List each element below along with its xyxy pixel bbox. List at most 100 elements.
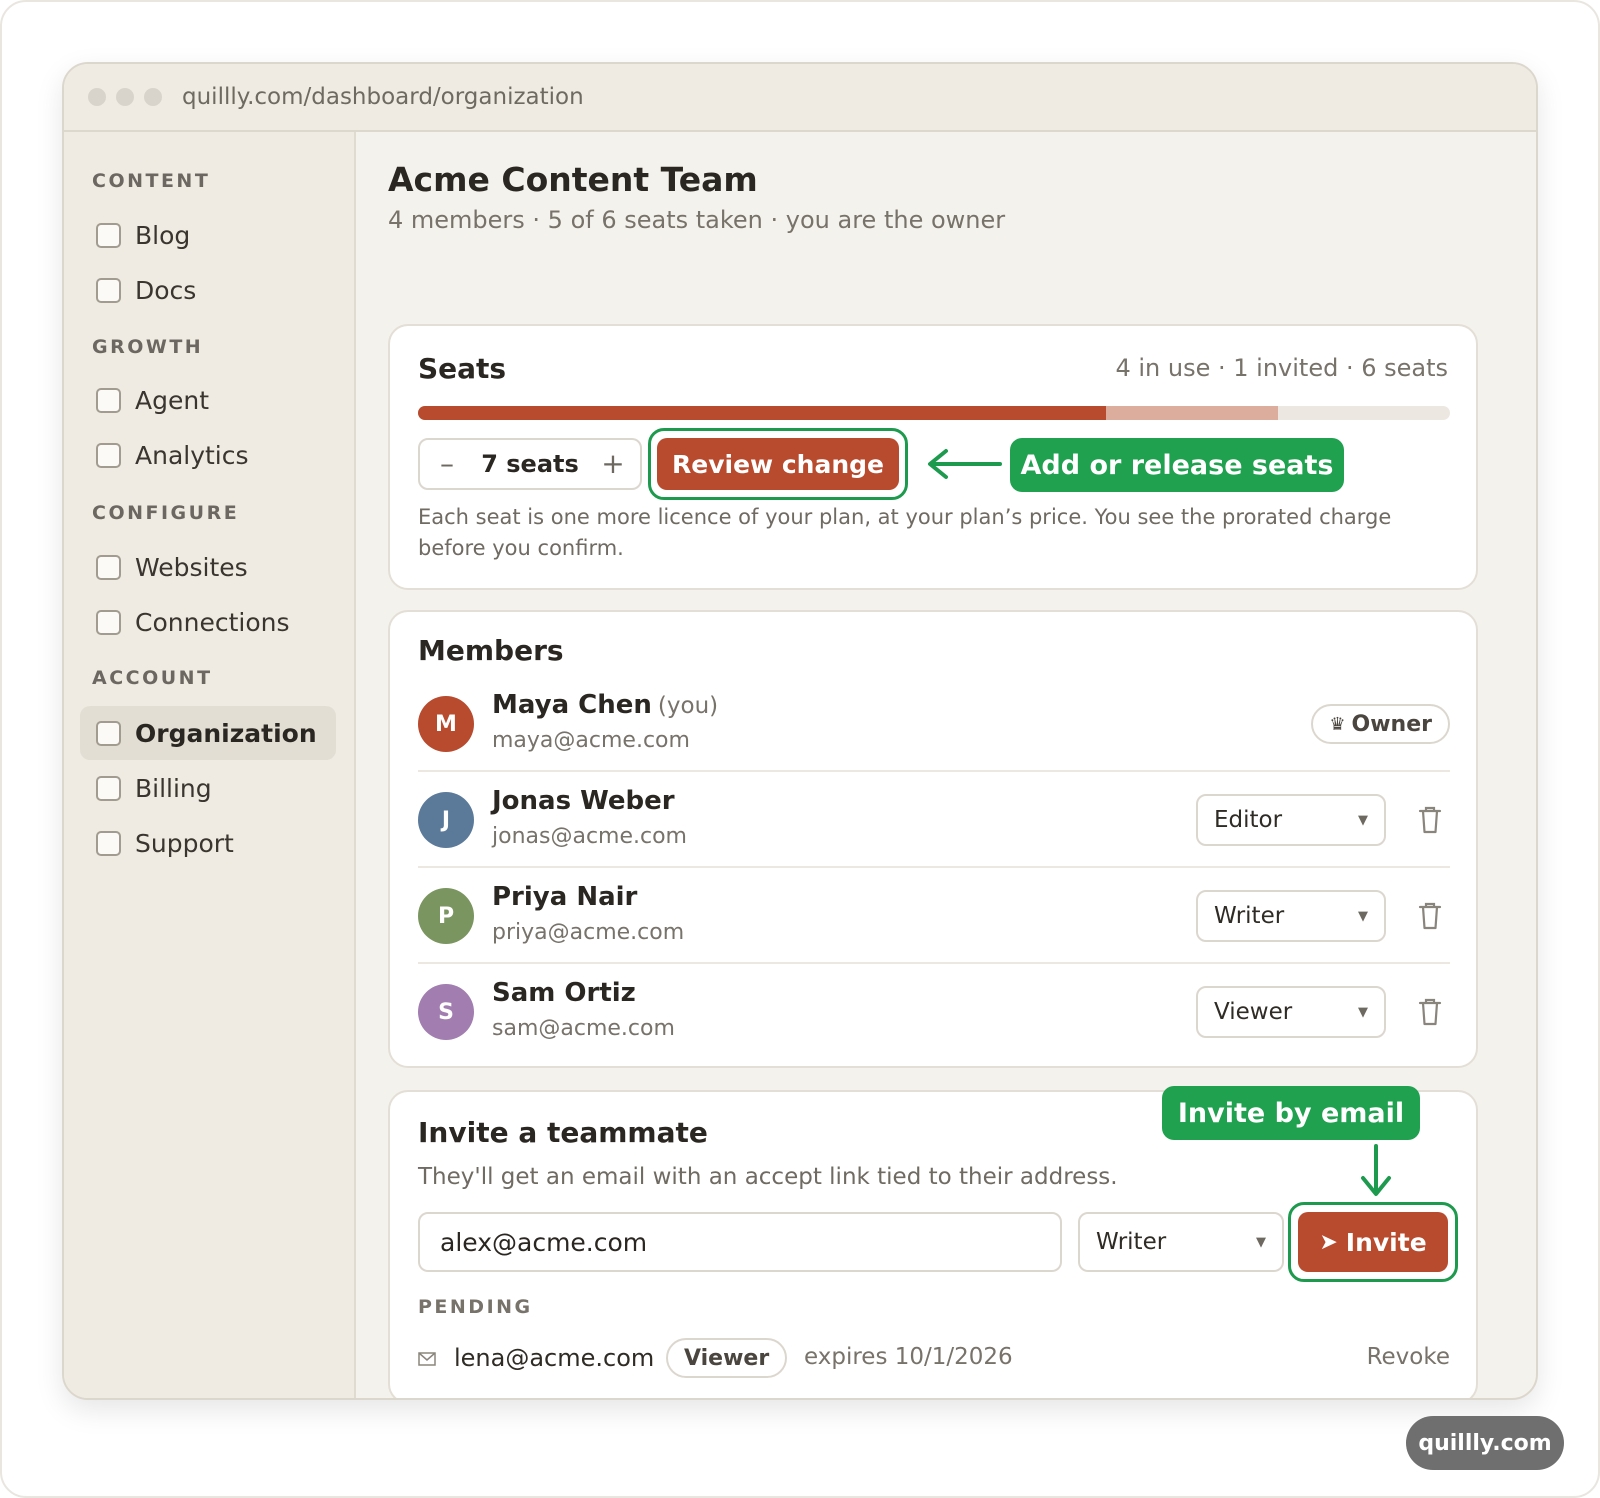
- sidebar-item-billing[interactable]: Billing: [80, 761, 336, 815]
- role-select[interactable]: Writer ▼: [1196, 890, 1386, 942]
- member-email: jonas@acme.com: [492, 824, 687, 849]
- seat-stepper: – 7 seats +: [418, 438, 642, 490]
- sidebar-section-content: CONTENT: [92, 170, 211, 192]
- websites-icon: [96, 554, 121, 580]
- invite-subtitle: They'll get an email with an accept link…: [418, 1164, 1118, 1190]
- chevron-down-icon: ▼: [1358, 908, 1368, 924]
- sidebar-item-websites[interactable]: Websites: [80, 540, 336, 594]
- pending-expiry: expires 10/1/2026: [804, 1344, 1013, 1370]
- member-name: Sam Ortiz: [492, 978, 636, 1008]
- support-icon: [96, 830, 121, 856]
- role-select-value: Viewer: [1214, 999, 1293, 1025]
- browser-titlebar: quillly.com/dashboard/organization: [64, 64, 1536, 132]
- role-select[interactable]: Viewer ▼: [1196, 986, 1386, 1038]
- trash-icon[interactable]: [1418, 902, 1442, 930]
- browser-window: quillly.com/dashboard/organization CONTE…: [62, 62, 1538, 1400]
- blog-icon: [96, 222, 121, 248]
- invite-role-select[interactable]: Writer ▼: [1078, 1212, 1284, 1272]
- arrow-left-icon: [928, 449, 1002, 479]
- revoke-link[interactable]: Revoke: [1367, 1344, 1450, 1370]
- seat-usage-bar: [418, 406, 1450, 420]
- sidebar-section-growth: GROWTH: [92, 336, 204, 358]
- sidebar-item-label: Connections: [135, 607, 290, 637]
- decrement-seats-button[interactable]: –: [434, 450, 460, 478]
- member-name: Maya Chen: [492, 690, 652, 720]
- member-name: Priya Nair: [492, 882, 638, 912]
- pending-email: lena@acme.com: [454, 1344, 655, 1372]
- window-close-dot[interactable]: [88, 88, 106, 106]
- role-select-value: Writer: [1214, 903, 1285, 929]
- member-email: maya@acme.com: [492, 728, 690, 753]
- review-change-button[interactable]: Review change: [657, 438, 899, 490]
- invite-button[interactable]: ➤ Invite: [1298, 1212, 1448, 1272]
- sidebar-item-docs[interactable]: Docs: [80, 263, 336, 317]
- owner-badge: ♛ Owner: [1311, 704, 1450, 744]
- page-title: Acme Content Team: [388, 160, 758, 199]
- member-name: Jonas Weber: [492, 786, 675, 816]
- member-name-line: Maya Chen (you): [492, 690, 718, 720]
- sidebar-item-label: Analytics: [135, 440, 249, 470]
- pending-role-badge: Viewer: [666, 1338, 788, 1378]
- chevron-down-icon: ▼: [1358, 1004, 1368, 1020]
- member-row: M Maya Chen (you) maya@acme.com ♛ Owner: [418, 676, 1450, 772]
- crown-icon: ♛: [1329, 713, 1346, 735]
- increment-seats-button[interactable]: +: [600, 450, 626, 478]
- sidebar-item-organization[interactable]: Organization: [80, 706, 336, 760]
- sidebar-item-label: Docs: [135, 275, 197, 305]
- seats-title: Seats: [418, 352, 507, 385]
- invite-role-value: Writer: [1096, 1229, 1167, 1255]
- members-title: Members: [418, 634, 564, 667]
- watermark-badge: quillly.com: [1406, 1416, 1564, 1470]
- chevron-down-icon: ▼: [1358, 812, 1368, 828]
- connections-icon: [96, 609, 121, 635]
- sidebar-item-label: Support: [135, 828, 234, 858]
- seats-card: Seats 4 in use · 1 invited · 6 seats – 7…: [388, 324, 1478, 590]
- invite-card: Invite a teammate They'll get an email w…: [388, 1086, 1478, 1398]
- org-summary: 4 members · 5 of 6 seats taken · you are…: [388, 206, 1006, 234]
- invite-callout: Invite by email: [1162, 1086, 1420, 1140]
- sidebar-section-account: ACCOUNT: [92, 667, 213, 689]
- avatar: S: [418, 984, 474, 1040]
- seats-callout: Add or release seats: [1010, 438, 1344, 492]
- trash-icon[interactable]: [1418, 806, 1442, 834]
- billing-icon: [96, 775, 121, 801]
- sidebar-section-configure: CONFIGURE: [92, 502, 240, 524]
- sidebar-item-label: Organization: [135, 718, 317, 748]
- organization-icon: [96, 720, 121, 746]
- sidebar-item-analytics[interactable]: Analytics: [80, 428, 336, 482]
- mail-icon: [418, 1352, 436, 1366]
- sidebar-item-connections[interactable]: Connections: [80, 595, 336, 649]
- member-email: sam@acme.com: [492, 1016, 675, 1041]
- avatar: J: [418, 792, 474, 848]
- agent-icon: [96, 387, 121, 413]
- invite-email-input[interactable]: [418, 1212, 1062, 1272]
- pending-invite-row: lena@acme.com Viewer expires 10/1/2026 R…: [418, 1338, 1450, 1382]
- window-minimize-dot[interactable]: [116, 88, 134, 106]
- role-select-value: Editor: [1214, 807, 1283, 833]
- arrow-down-icon: [1361, 1144, 1391, 1196]
- sidebar: CONTENT Blog Docs GROWTH Agent Analytics…: [64, 132, 356, 1398]
- seats-in-use-segment: [418, 406, 1106, 420]
- member-row: J Jonas Weber jonas@acme.com Editor ▼: [418, 770, 1450, 866]
- address-bar[interactable]: quillly.com/dashboard/organization: [182, 84, 584, 110]
- main-content: Acme Content Team 4 members · 5 of 6 sea…: [356, 132, 1536, 1398]
- window-maximize-dot[interactable]: [144, 88, 162, 106]
- send-icon: ➤: [1319, 1229, 1338, 1255]
- sidebar-item-agent[interactable]: Agent: [80, 373, 336, 427]
- sidebar-item-label: Agent: [135, 385, 209, 415]
- seats-invited-segment: [1106, 406, 1278, 420]
- member-row: P Priya Nair priya@acme.com Writer ▼: [418, 866, 1450, 962]
- seat-count-value: 7 seats: [481, 450, 579, 478]
- sidebar-item-support[interactable]: Support: [80, 816, 336, 870]
- sidebar-item-blog[interactable]: Blog: [80, 208, 336, 262]
- seats-usage-text: 4 in use · 1 invited · 6 seats: [1115, 354, 1448, 382]
- analytics-icon: [96, 442, 121, 468]
- member-row: S Sam Ortiz sam@acme.com Viewer ▼: [418, 962, 1450, 1058]
- trash-icon[interactable]: [1418, 998, 1442, 1026]
- sidebar-item-label: Billing: [135, 773, 212, 803]
- role-select[interactable]: Editor ▼: [1196, 794, 1386, 846]
- sidebar-item-label: Websites: [135, 552, 248, 582]
- invite-button-label: Invite: [1345, 1227, 1427, 1257]
- member-email: priya@acme.com: [492, 920, 685, 945]
- seats-help-text: Each seat is one more licence of your pl…: [418, 505, 1392, 560]
